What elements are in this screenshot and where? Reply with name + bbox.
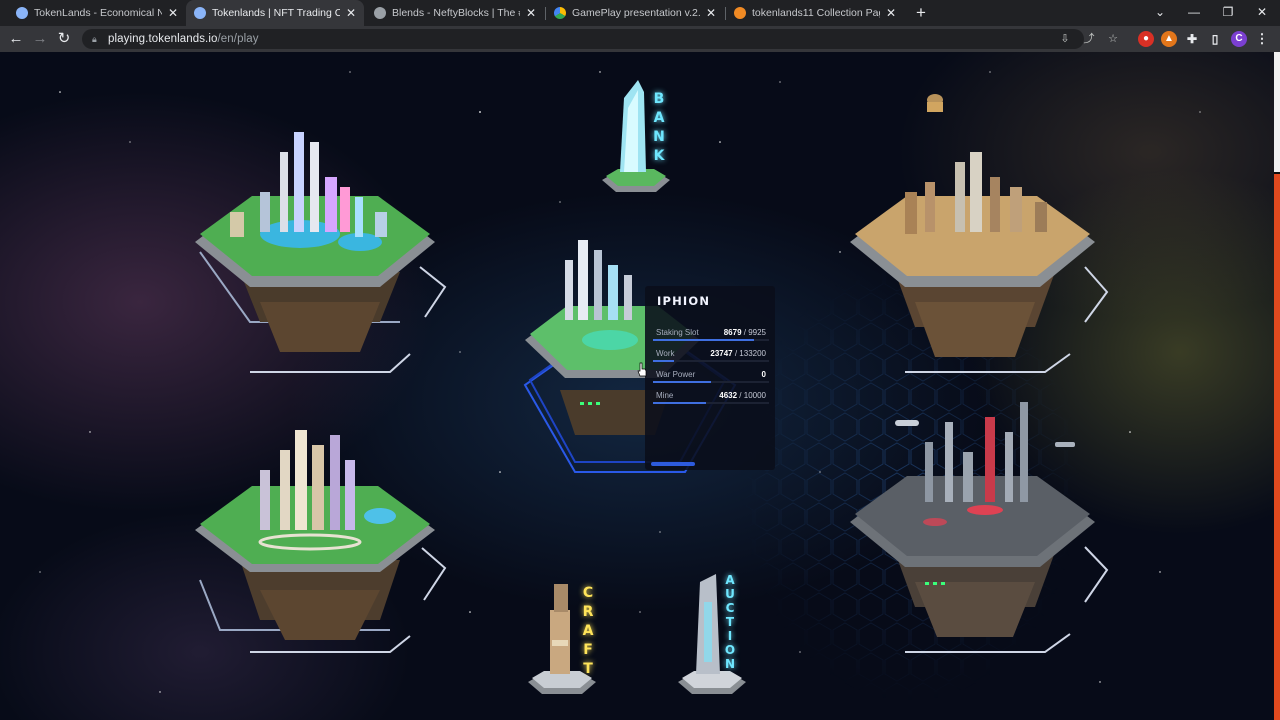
stat-row-staking-slot: Staking Slot 8679 / 9925 bbox=[653, 326, 769, 341]
stat-current: 4632 bbox=[719, 391, 738, 400]
close-window-icon[interactable]: ✕ bbox=[1245, 0, 1279, 26]
globe-favicon-icon bbox=[374, 7, 386, 19]
stat-max: / 9925 bbox=[741, 328, 766, 337]
lock-icon: 🔒︎ bbox=[92, 33, 97, 44]
browser-tab[interactable]: tokenlands11 Collection Page - A ✕ bbox=[726, 0, 904, 26]
stat-max: / 133200 bbox=[732, 349, 766, 358]
restore-icon[interactable]: ❐ bbox=[1211, 0, 1245, 26]
stat-current: 23747 bbox=[710, 349, 733, 358]
stat-current: 0 bbox=[761, 370, 766, 379]
url-text[interactable]: playing.tokenlands.io/en/play bbox=[108, 33, 259, 45]
stat-current: 8679 bbox=[723, 328, 742, 337]
tab-title: TokenLands - Economical NFT ga bbox=[34, 7, 162, 19]
land-island-tech-base[interactable] bbox=[845, 402, 1110, 702]
stat-progress-fill bbox=[653, 339, 754, 341]
google-drive-favicon-icon bbox=[554, 7, 566, 19]
stat-row-work: Work 23747 / 133200 bbox=[653, 347, 769, 362]
bookmark-star-icon[interactable]: ☆ bbox=[1105, 32, 1121, 46]
auction-building[interactable] bbox=[674, 572, 750, 708]
browser-tab[interactable]: TokenLands - Economical NFT ga ✕ bbox=[8, 0, 186, 26]
globe-favicon-icon bbox=[194, 7, 206, 19]
browser-tab-active[interactable]: Tokenlands | NFT Trading Card Se ✕ bbox=[186, 0, 364, 26]
share-icon[interactable]: ⤴ bbox=[1081, 32, 1097, 46]
stat-value: 8679 / 9925 bbox=[724, 328, 766, 337]
browser-tab[interactable]: GamePlay presentation v.2.pdf - ✕ bbox=[546, 0, 724, 26]
stat-label: Work bbox=[656, 349, 675, 358]
stat-progress-bar bbox=[653, 339, 769, 341]
stat-value: 4632 / 10000 bbox=[719, 391, 766, 400]
land-name: IPHION bbox=[657, 294, 711, 308]
stat-progress-bar bbox=[653, 381, 769, 383]
profile-avatar[interactable]: C bbox=[1231, 31, 1247, 47]
extension-red-icon[interactable]: ● bbox=[1138, 31, 1154, 47]
url-path: /en/play bbox=[217, 33, 259, 45]
side-panel-icon[interactable]: ▯ bbox=[1207, 31, 1223, 47]
new-tab-plus-icon[interactable]: + bbox=[911, 3, 931, 23]
back-arrow-icon[interactable]: ← bbox=[6, 29, 26, 49]
stat-label: Staking Slot bbox=[656, 328, 699, 337]
forward-arrow-icon[interactable]: → bbox=[30, 29, 50, 49]
minimize-icon[interactable]: — bbox=[1177, 0, 1211, 26]
auction-sign: AUCTION bbox=[722, 573, 738, 671]
globe-favicon-icon bbox=[16, 7, 28, 19]
address-bar[interactable]: 🔒︎ playing.tokenlands.io/en/play ⇩ ⤴ ☆ bbox=[82, 29, 1118, 49]
browser-toolbar: ← → ↻ 🔒︎ playing.tokenlands.io/en/play ⇩… bbox=[0, 26, 1280, 52]
atomichub-favicon-icon bbox=[734, 7, 746, 19]
menu-kebab-icon[interactable]: ⋮ bbox=[1254, 31, 1270, 47]
browser-tab[interactable]: Blends - NeftyBlocks | The #1 Tra ✕ bbox=[366, 0, 544, 26]
tab-search-chevron-icon[interactable]: ⌄ bbox=[1143, 0, 1177, 26]
auction-label: AUCTION bbox=[724, 573, 736, 671]
browser-tab-bar: TokenLands - Economical NFT ga ✕ Tokenla… bbox=[0, 0, 1280, 26]
scrollbar-track-top bbox=[1274, 52, 1280, 172]
stat-label: Mine bbox=[656, 391, 674, 400]
stat-value: 0 bbox=[762, 370, 766, 379]
stat-progress-fill bbox=[653, 402, 707, 404]
land-island-desert-city[interactable] bbox=[845, 92, 1110, 392]
stat-row-mine: Mine 4632 / 10000 bbox=[653, 389, 769, 404]
land-island-nature-city[interactable] bbox=[190, 92, 450, 392]
stat-progress-bar bbox=[653, 360, 769, 362]
bank-sign: BANK bbox=[651, 90, 667, 166]
stat-progress-fill bbox=[653, 360, 674, 362]
stat-value: 23747 / 133200 bbox=[710, 349, 766, 358]
land-info-panel: IPHION Staking Slot 8679 / 9925 Work 237… bbox=[645, 286, 775, 470]
stat-progress-fill bbox=[653, 381, 711, 383]
tab-title: Tokenlands | NFT Trading Card Se bbox=[212, 7, 340, 19]
url-host: playing.tokenlands.io bbox=[108, 33, 218, 45]
craft-label: CRAFT bbox=[582, 585, 594, 677]
mouse-hand-cursor-icon bbox=[637, 362, 647, 377]
tab-title: Blends - NeftyBlocks | The #1 Tra bbox=[392, 7, 520, 19]
tab-title: GamePlay presentation v.2.pdf - bbox=[572, 7, 700, 19]
craft-sign: CRAFT bbox=[580, 584, 596, 679]
scrollbar-thumb[interactable] bbox=[1274, 174, 1280, 720]
game-map: BANK CRAFT AUCTION IPHION Staking Slot 8… bbox=[0, 52, 1280, 720]
tab-close-icon[interactable]: ✕ bbox=[706, 6, 716, 20]
stat-label: War Power bbox=[656, 370, 696, 379]
tab-title: tokenlands11 Collection Page - A bbox=[752, 7, 880, 19]
tab-close-icon[interactable]: ✕ bbox=[526, 6, 536, 20]
page-scrollbar[interactable] bbox=[1274, 52, 1280, 720]
stat-row-war-power: War Power 0 bbox=[653, 368, 769, 383]
tab-close-icon[interactable]: ✕ bbox=[346, 6, 356, 20]
metamask-fox-icon[interactable]: ▲ bbox=[1161, 31, 1177, 47]
extensions-puzzle-icon[interactable]: ✚ bbox=[1184, 31, 1200, 47]
install-app-icon[interactable]: ⇩ bbox=[1057, 32, 1073, 46]
stat-max: / 10000 bbox=[737, 391, 766, 400]
tab-close-icon[interactable]: ✕ bbox=[886, 6, 896, 20]
stat-progress-bar bbox=[653, 402, 769, 404]
panel-grip-handle[interactable] bbox=[651, 462, 695, 466]
bank-label: BANK bbox=[653, 91, 665, 164]
land-island-crystal-city[interactable] bbox=[190, 430, 450, 720]
reload-icon[interactable]: ↻ bbox=[54, 29, 74, 49]
tab-close-icon[interactable]: ✕ bbox=[168, 6, 178, 20]
